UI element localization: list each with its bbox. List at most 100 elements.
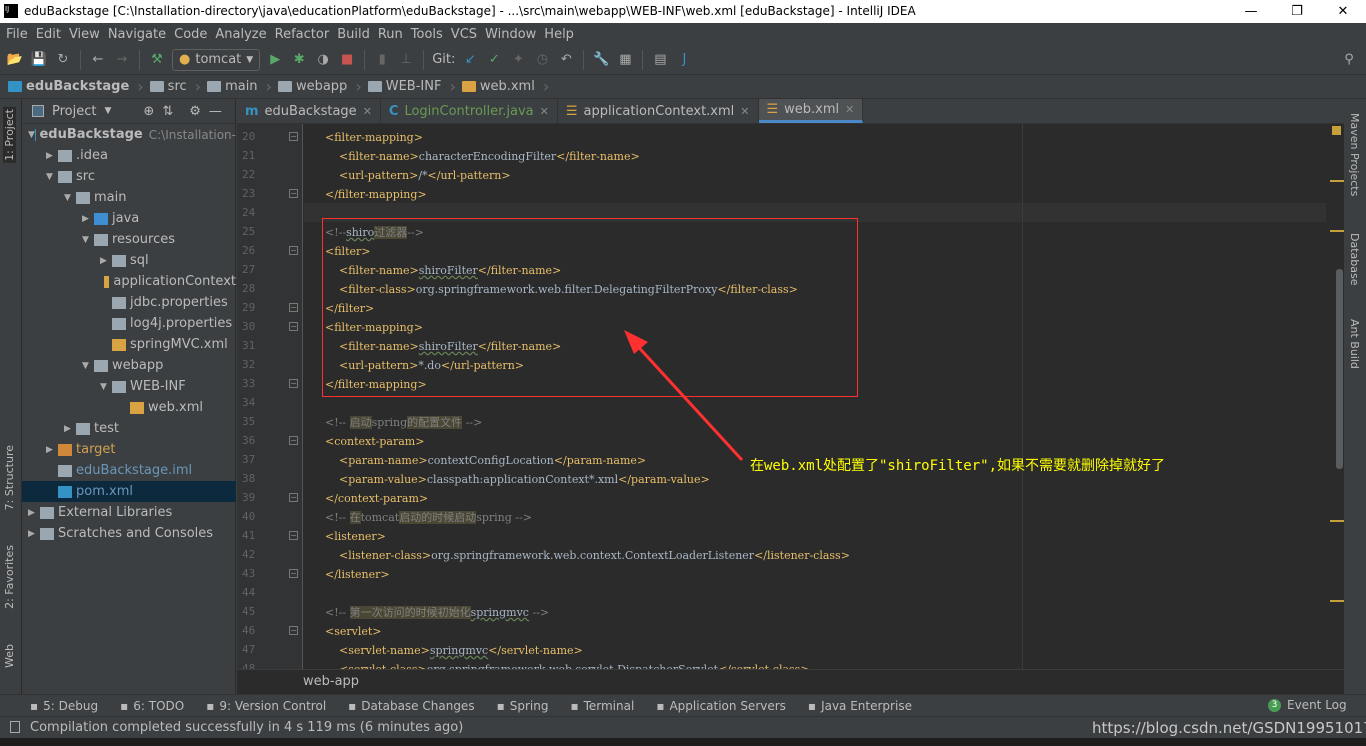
menu-vcs[interactable]: VCS: [447, 27, 481, 42]
git-compare-icon[interactable]: ✦: [509, 51, 527, 69]
toolwindow-6-todo[interactable]: ▪ 6: TODO: [120, 699, 184, 713]
git-commit-icon[interactable]: ✓: [485, 51, 503, 69]
tree-item[interactable]: ▶ target: [22, 439, 236, 460]
fold-marker-icon[interactable]: −: [289, 626, 298, 635]
tree-item[interactable]: ▶ External Libraries: [22, 502, 236, 523]
settings-wrench-icon[interactable]: 🔧: [592, 51, 610, 69]
maximize-button[interactable]: ❐: [1274, 0, 1320, 23]
tree-item[interactable]: ▶ sql: [22, 250, 236, 271]
menu-navigate[interactable]: Navigate: [104, 27, 170, 42]
menu-edit[interactable]: Edit: [32, 27, 65, 42]
save-icon[interactable]: 💾: [30, 51, 48, 69]
tree-item[interactable]: ▶ test: [22, 418, 236, 439]
tree-item[interactable]: ▼ WEB-INF: [22, 376, 236, 397]
chevron-down-icon[interactable]: ▼: [100, 382, 112, 392]
tree-item[interactable]: ▶ java: [22, 208, 236, 229]
fold-marker-icon[interactable]: −: [289, 132, 298, 141]
fold-marker-icon[interactable]: −: [289, 189, 298, 198]
stop-icon[interactable]: ■: [338, 51, 356, 69]
chevron-right-icon[interactable]: ▶: [46, 151, 58, 161]
toolwindow-application-servers[interactable]: ▪ Application Servers: [656, 699, 786, 713]
editor-scrollbar[interactable]: [1326, 124, 1344, 669]
search-icon[interactable]: ⚲: [1340, 51, 1358, 69]
chevron-right-icon[interactable]: ▶: [46, 445, 58, 455]
nav-crumb-web-xml[interactable]: web.xml: [461, 77, 555, 96]
fold-marker-icon[interactable]: −: [289, 436, 298, 445]
scrollbar-thumb[interactable]: [1336, 269, 1343, 469]
chevron-right-icon[interactable]: ▶: [28, 508, 40, 518]
forward-icon[interactable]: →: [113, 51, 131, 69]
chevron-down-icon[interactable]: ▼: [82, 235, 94, 245]
close-tab-icon[interactable]: ✕: [845, 103, 854, 116]
tree-item[interactable]: springMVC.xml: [22, 334, 236, 355]
history-icon[interactable]: ◷: [533, 51, 551, 69]
tab-web-xml[interactable]: ☰ web.xml ✕: [758, 99, 864, 123]
git-update-icon[interactable]: ↙: [461, 51, 479, 69]
fold-marker-icon[interactable]: −: [289, 322, 298, 331]
tree-item[interactable]: applicationContext: [22, 271, 236, 292]
close-button[interactable]: ✕: [1320, 0, 1366, 23]
stripe-ant-build[interactable]: Ant Build: [1348, 319, 1361, 369]
toolwindow-spring[interactable]: ▪ Spring: [497, 699, 549, 713]
fold-marker-icon[interactable]: −: [289, 246, 298, 255]
toolwindow-9-version-control[interactable]: ▪ 9: Version Control: [206, 699, 326, 713]
minimize-button[interactable]: —: [1228, 0, 1274, 23]
chevron-down-icon[interactable]: ▼: [28, 130, 35, 140]
breadcrumb-web-app[interactable]: web-app: [303, 674, 359, 689]
tree-item[interactable]: ▼ eduBackstage C:\Installation-: [22, 124, 236, 145]
toolwindow-database-changes[interactable]: ▪ Database Changes: [348, 699, 474, 713]
run-config-select[interactable]: ● tomcat ▼: [172, 48, 261, 71]
open-icon[interactable]: 📂: [6, 51, 24, 69]
menu-file[interactable]: File: [2, 27, 32, 42]
toolwindow-java-enterprise[interactable]: ▪ Java Enterprise: [808, 699, 912, 713]
back-icon[interactable]: ←: [89, 51, 107, 69]
nav-crumb-main[interactable]: main: [207, 77, 278, 96]
menu-refactor[interactable]: Refactor: [271, 27, 334, 42]
menu-help[interactable]: Help: [540, 27, 578, 42]
fold-marker-icon[interactable]: −: [289, 569, 298, 578]
gear-icon[interactable]: ⚙: [189, 104, 201, 119]
project-structure-icon[interactable]: ▦: [616, 51, 634, 69]
chevron-down-icon[interactable]: ▼: [104, 106, 111, 116]
sdk-icon[interactable]: ▤: [651, 51, 669, 69]
menu-window[interactable]: Window: [481, 27, 540, 42]
tab-logincontroller-java[interactable]: C LoginController.java ✕: [381, 99, 558, 123]
project-view-select[interactable]: Project: [52, 104, 96, 119]
tree-item[interactable]: ▼ src: [22, 166, 236, 187]
deploy-icon[interactable]: ⊥: [397, 51, 415, 69]
stripe-database[interactable]: Database: [1348, 233, 1361, 286]
nav-crumb-web-inf[interactable]: WEB-INF: [367, 77, 462, 96]
chevron-right-icon[interactable]: ▶: [100, 256, 112, 266]
close-tab-icon[interactable]: ✕: [363, 105, 372, 118]
tab-applicationcontext-xml[interactable]: ☰ applicationContext.xml ✕: [558, 99, 759, 123]
menu-view[interactable]: View: [65, 27, 104, 42]
stripe-maven[interactable]: Maven Projects: [1348, 113, 1361, 196]
locate-icon[interactable]: ⊕: [143, 104, 154, 119]
tree-item[interactable]: web.xml: [22, 397, 236, 418]
event-log-button[interactable]: 3 Event Log: [1268, 698, 1347, 712]
chevron-right-icon[interactable]: ▶: [82, 214, 94, 224]
tree-item[interactable]: ▶ Scratches and Consoles: [22, 523, 236, 544]
fold-marker-icon[interactable]: −: [289, 493, 298, 502]
tree-item[interactable]: jdbc.properties: [22, 292, 236, 313]
fold-marker-icon[interactable]: −: [289, 531, 298, 540]
chevron-right-icon[interactable]: ▶: [28, 529, 40, 539]
stripe-structure[interactable]: 7: Structure: [3, 445, 16, 510]
close-tab-icon[interactable]: ✕: [540, 105, 549, 118]
toolwindow-terminal[interactable]: ▪ Terminal: [570, 699, 634, 713]
chevron-right-icon[interactable]: ▶: [64, 424, 76, 434]
tree-item[interactable]: eduBackstage.iml: [22, 460, 236, 481]
toolwindow-5-debug[interactable]: ▪ 5: Debug: [30, 699, 98, 713]
tree-item[interactable]: pom.xml: [22, 481, 236, 502]
attach-icon[interactable]: ▮: [373, 51, 391, 69]
tree-item[interactable]: ▼ main: [22, 187, 236, 208]
nav-crumb-edubackstage[interactable]: eduBackstage: [8, 77, 150, 96]
chevron-down-icon[interactable]: ▼: [82, 361, 94, 371]
nav-crumb-webapp[interactable]: webapp: [277, 77, 368, 96]
debug-icon[interactable]: ✱: [290, 51, 308, 69]
menu-build[interactable]: Build: [333, 27, 374, 42]
close-tab-icon[interactable]: ✕: [740, 105, 749, 118]
chevron-down-icon[interactable]: ▼: [46, 172, 58, 182]
fold-marker-icon[interactable]: −: [289, 303, 298, 312]
tree-item[interactable]: ▼ webapp: [22, 355, 236, 376]
